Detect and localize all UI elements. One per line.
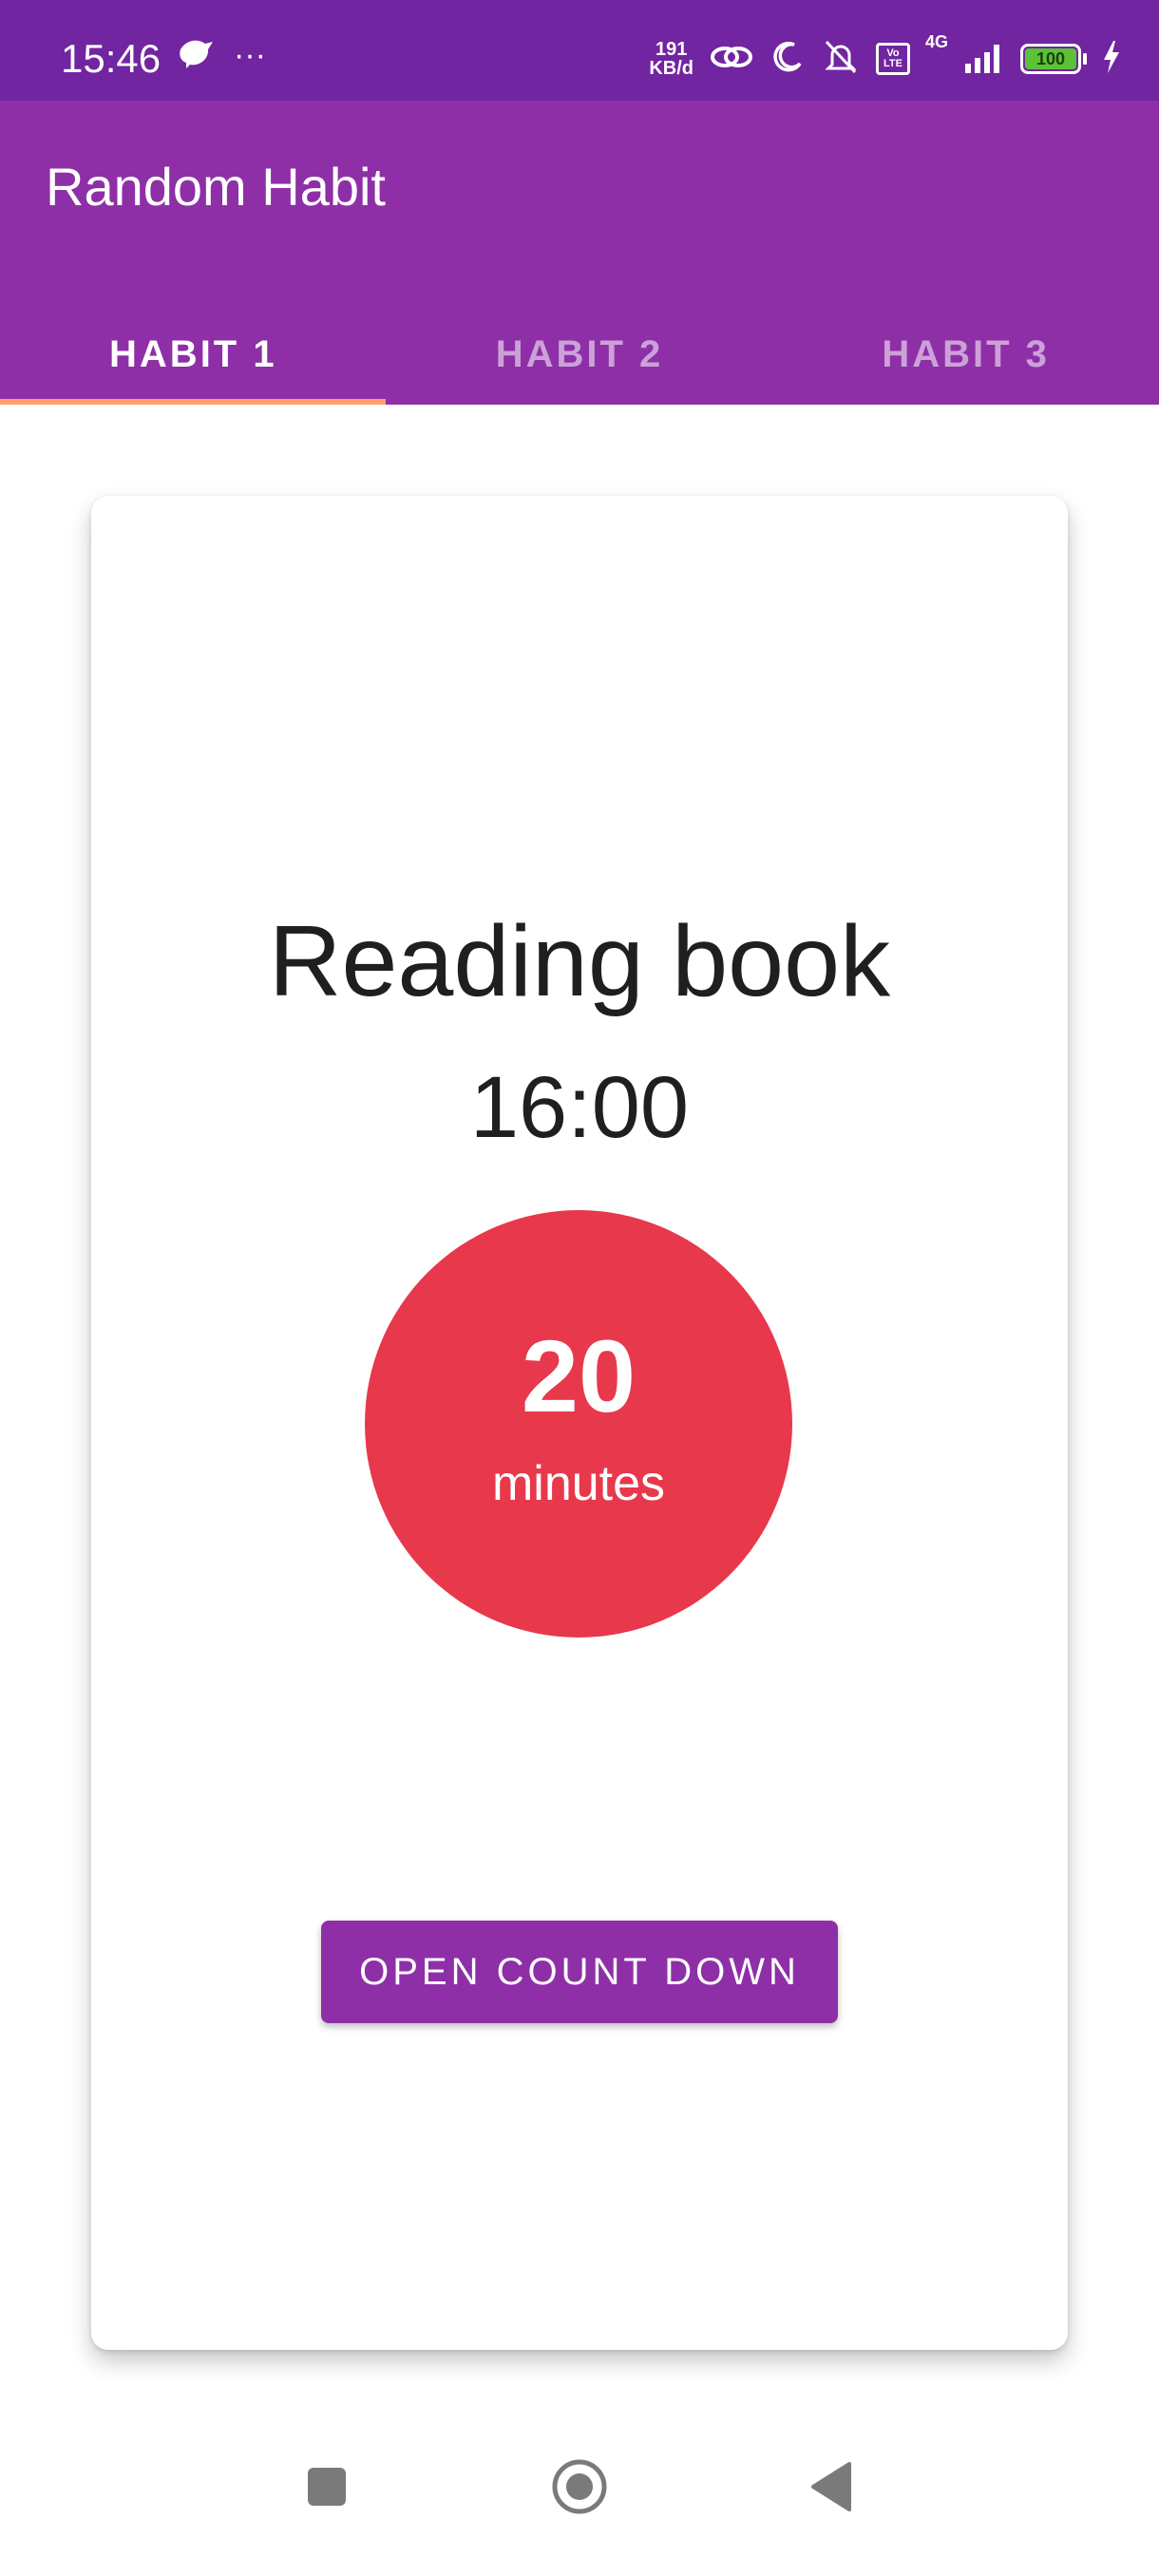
status-bar: 15:46 ··· 191 KB/d Vo LTE 4G 100 [0, 0, 1159, 101]
back-icon [809, 2461, 855, 2516]
signal-icon [963, 41, 1005, 78]
charging-icon [1102, 40, 1121, 78]
duration-value: 20 [521, 1318, 636, 1433]
app-bar: Random Habit HABIT 1 HABIT 2 HABIT 3 [0, 101, 1159, 405]
home-button[interactable] [522, 2432, 636, 2546]
navigation-bar [0, 2432, 1159, 2576]
status-left-icons: ··· [177, 36, 266, 75]
net-speed-unit: KB/d [649, 58, 694, 79]
tab-label: HABIT 1 [109, 332, 277, 375]
bell-muted-icon [821, 38, 861, 81]
habit-time: 16:00 [469, 1059, 690, 1156]
tab-habit-3[interactable]: HABIT 3 [772, 304, 1159, 405]
network-speed: 191 KB/d [649, 40, 694, 78]
tab-indicator [0, 399, 386, 405]
open-countdown-button[interactable]: OPEN COUNT DOWN [321, 1921, 838, 2023]
moon-icon [770, 39, 806, 80]
status-right-icons: 191 KB/d Vo LTE 4G 100 [649, 32, 1121, 85]
tab-habit-2[interactable]: HABIT 2 [387, 304, 773, 405]
recents-icon [306, 2466, 348, 2512]
net-speed-value: 191 [655, 39, 688, 60]
link-icon [709, 40, 754, 79]
recents-button[interactable] [270, 2432, 384, 2546]
bird-icon [177, 36, 215, 75]
habit-card: Reading book 16:00 20 minutes OPEN COUNT… [91, 496, 1068, 2350]
home-icon [551, 2458, 608, 2520]
habit-name: Reading book [268, 905, 891, 1017]
app-title: Random Habit [46, 157, 386, 217]
tab-label: HABIT 2 [495, 332, 664, 375]
duration-unit: minutes [491, 1456, 666, 1511]
network-type: 4G [924, 32, 948, 51]
tab-label: HABIT 3 [882, 332, 1050, 375]
status-time: 15:46 [61, 36, 162, 81]
duration-circle: 20 minutes [365, 1210, 792, 1638]
battery-icon: 100 [1020, 44, 1087, 74]
tab-bar: HABIT 1 HABIT 2 HABIT 3 [0, 304, 1159, 405]
back-button[interactable] [775, 2432, 889, 2546]
battery-level: 100 [1025, 48, 1076, 69]
tab-habit-1[interactable]: HABIT 1 [0, 304, 387, 405]
more-indicator: ··· [234, 37, 266, 73]
volte-icon: Vo LTE [875, 43, 910, 75]
